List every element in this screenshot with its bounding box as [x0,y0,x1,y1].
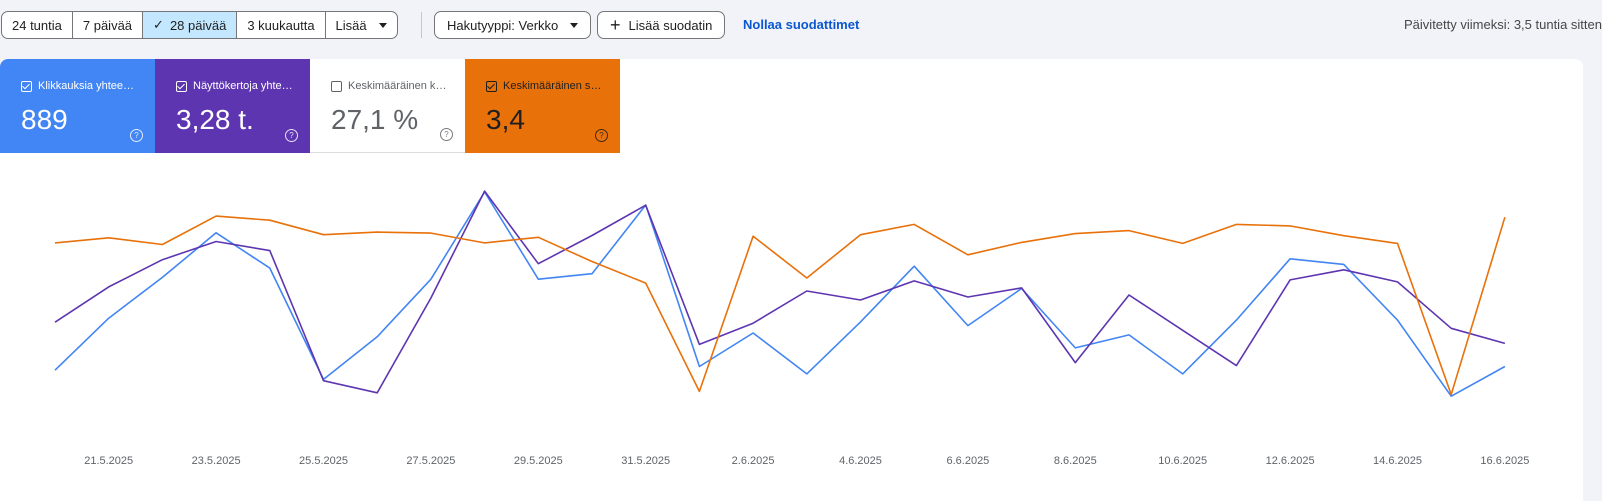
performance-line-chart: 21.5.2025 23.5.2025 25.5.2025 27.5.2025 29.5… [54,190,1529,467]
check-icon: ✓ [153,17,164,32]
x-tick-label: 2.6.2025 [732,455,775,467]
x-tick-label: 25.5.2025 [299,455,348,467]
x-tick-label: 4.6.2025 [839,455,882,467]
reset-filters-link[interactable]: Nollaa suodattimet [743,17,859,32]
date-range-selector: 24 tuntia 7 päivää ✓ 28 päivää 3 kuukautt… [1,11,398,39]
dropdown-caret-icon [570,22,579,28]
add-filter-button[interactable]: + Lisää suodatin [597,11,726,39]
series-line-0 [54,191,1506,398]
x-tick-label: 21.5.2025 [84,455,133,467]
x-tick-label: 8.6.2025 [1054,455,1097,467]
range-24h-button[interactable]: 24 tuntia [2,12,73,38]
x-tick-label: 27.5.2025 [406,455,455,467]
search-type-filter[interactable]: Hakutyyppi: Verkko [434,11,592,39]
range-7d-button[interactable]: 7 päivää [73,12,144,38]
toolbar-divider [421,12,422,38]
x-tick-label: 23.5.2025 [192,455,241,467]
dropdown-caret-icon [378,22,387,28]
last-updated-text: Päivitetty viimeksi: 3,5 tuntia sitten [1404,17,1602,32]
range-more-button[interactable]: Lisää [326,12,397,38]
series-line-2 [54,215,1506,396]
x-tick-label: 10.6.2025 [1158,455,1207,467]
x-tick-label: 6.6.2025 [946,455,989,467]
x-tick-label: 31.5.2025 [621,455,670,467]
plus-icon: + [610,15,621,35]
range-3m-button[interactable]: 3 kuukautta [237,12,326,38]
x-tick-label: 16.6.2025 [1480,455,1529,467]
toolbar: 24 tuntia 7 päivää ✓ 28 päivää 3 kuukautt… [0,0,1602,50]
x-tick-label: 29.5.2025 [514,455,563,467]
x-tick-label: 12.6.2025 [1266,455,1315,467]
x-tick-label: 14.6.2025 [1373,455,1422,467]
range-28d-button[interactable]: ✓ 28 päivää [143,12,238,38]
